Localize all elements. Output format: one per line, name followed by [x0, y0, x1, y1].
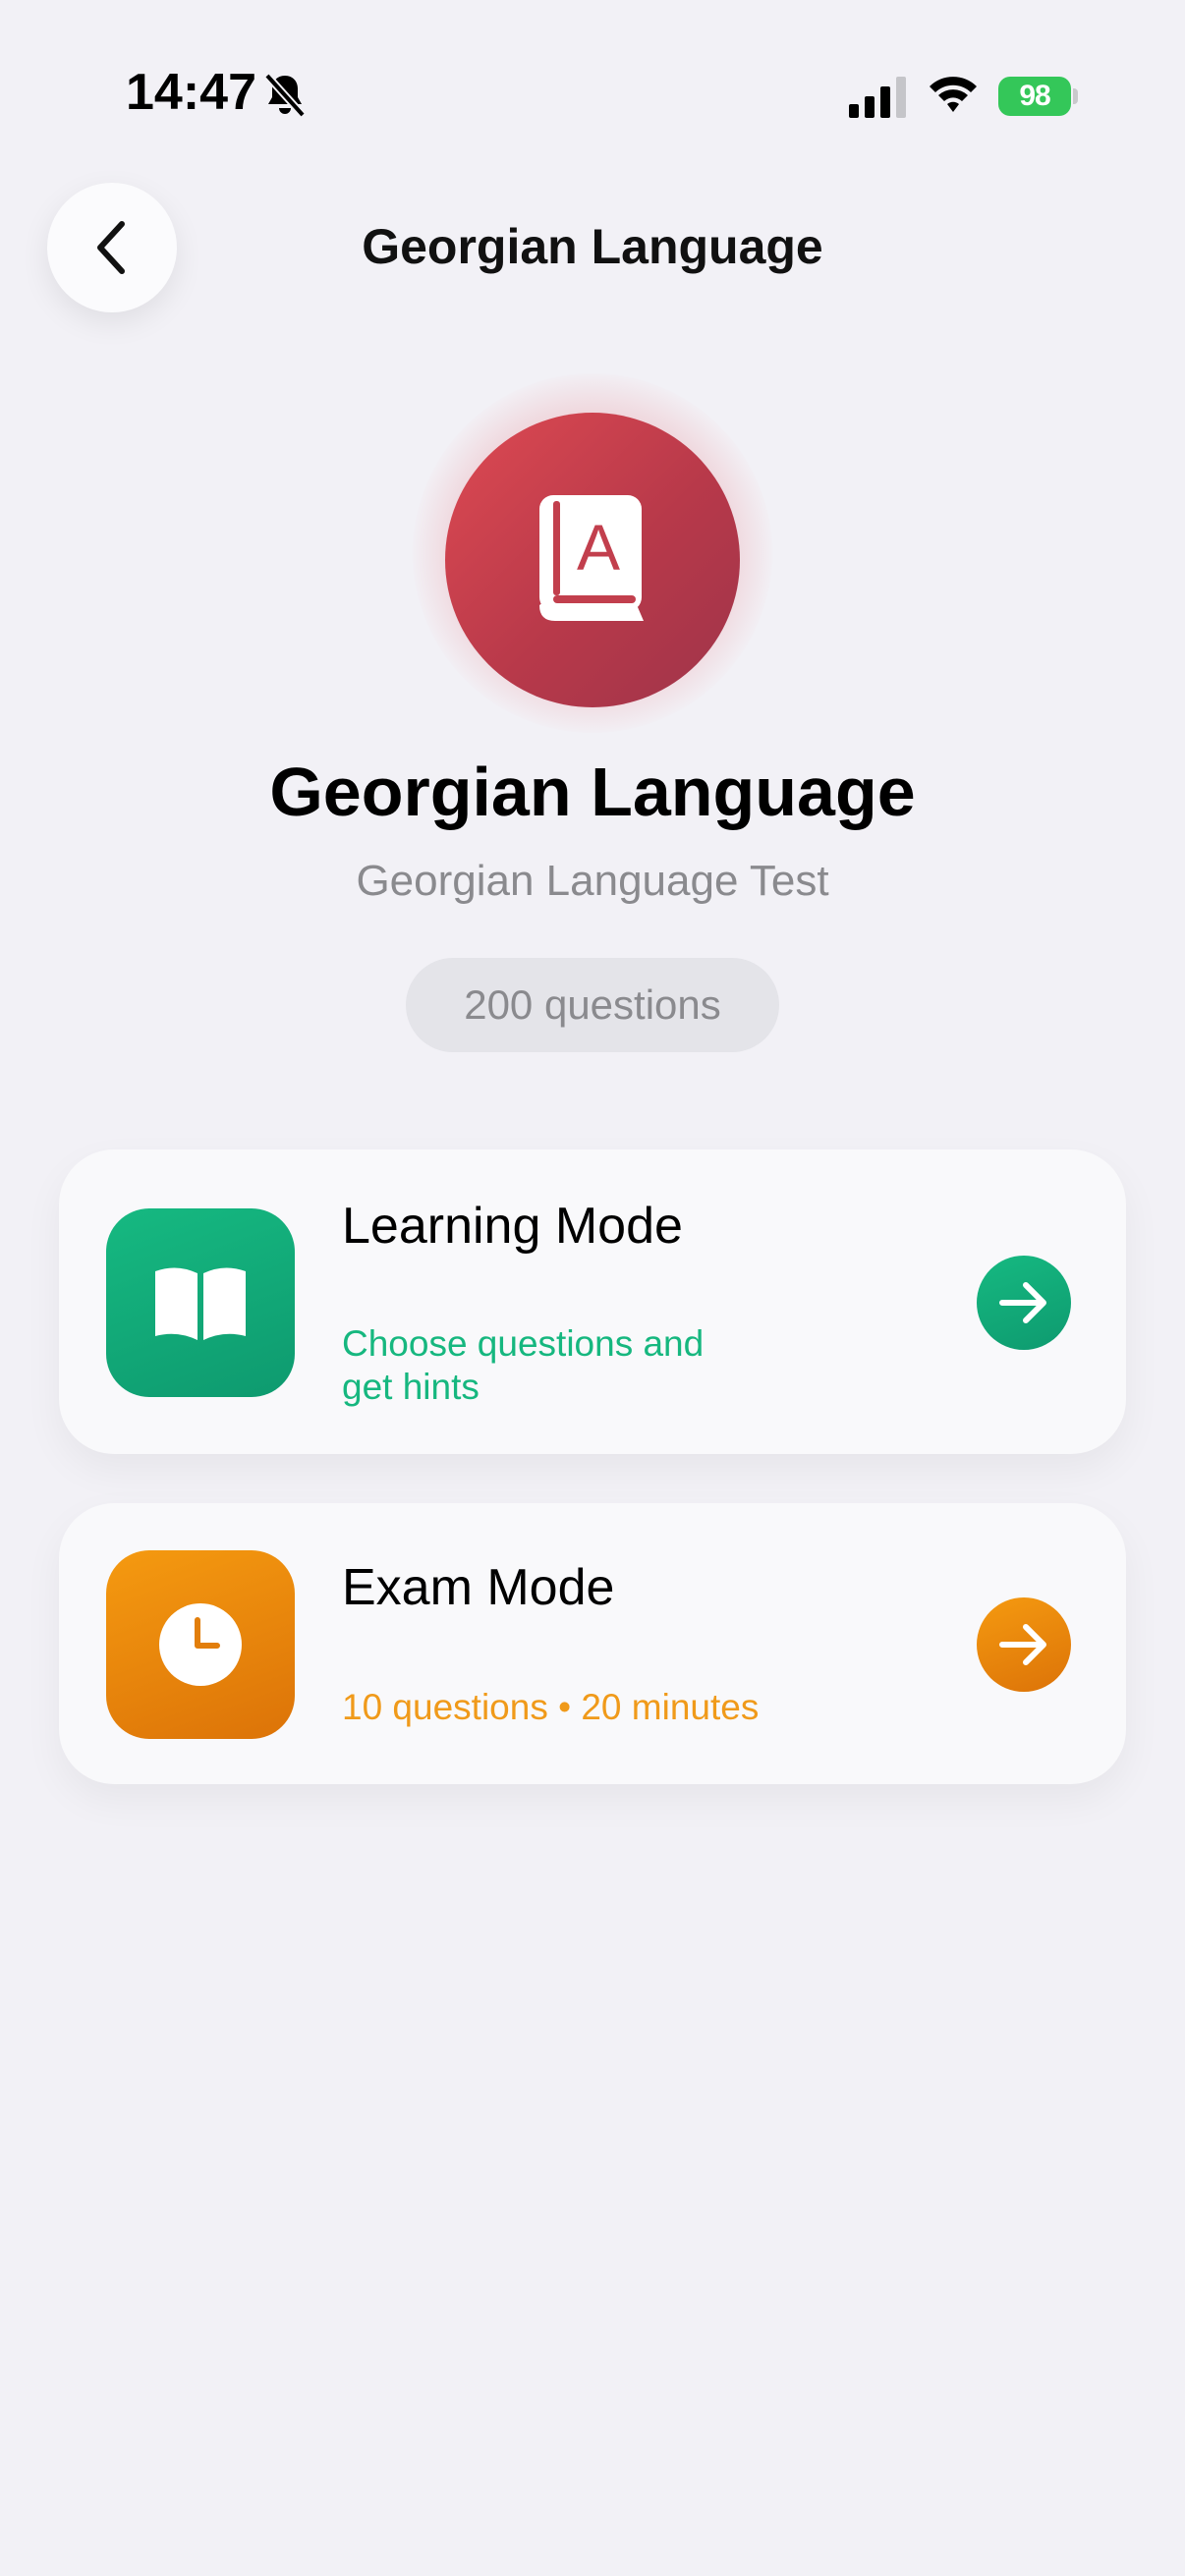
bell-slash-icon [264, 73, 306, 118]
exam-mode-title: Exam Mode [342, 1559, 615, 1616]
hero-subtitle: Georgian Language Test [356, 857, 829, 905]
book-letter-a-icon: A [539, 495, 644, 621]
exam-mode-card[interactable]: Exam Mode 10 questions • 20 minutes [59, 1503, 1126, 1784]
hero-title: Georgian Language [269, 754, 916, 830]
exam-mode-arrow-button[interactable] [977, 1597, 1071, 1692]
arrow-right-icon [999, 1282, 1046, 1323]
open-book-icon [155, 1267, 246, 1340]
hero-icon: A [445, 413, 740, 707]
exam-mode-icon-tile [106, 1550, 295, 1739]
wifi-icon [930, 77, 977, 112]
learning-mode-icon-tile [106, 1208, 295, 1397]
svg-text:A: A [577, 511, 620, 584]
cellular-signal-icon [849, 77, 906, 118]
question-count-badge: 200 questions [406, 958, 779, 1052]
exam-mode-description: 10 questions • 20 minutes [342, 1687, 760, 1727]
status-time: 14:47 [126, 64, 256, 121]
battery-level: 98 [998, 77, 1071, 116]
nav-title: Georgian Language [362, 219, 823, 274]
learning-mode-arrow-button[interactable] [977, 1256, 1071, 1350]
learning-mode-card[interactable]: Learning Mode Choose questions and get h… [59, 1149, 1126, 1454]
clock-icon [159, 1603, 242, 1686]
learning-mode-title: Learning Mode [342, 1198, 683, 1255]
arrow-right-icon [999, 1624, 1046, 1665]
learning-mode-description: Choose questions and get hints [342, 1323, 705, 1407]
status-bar: 14:47 98 [0, 0, 1185, 196]
battery-charging-icon: 98 [998, 77, 1078, 116]
